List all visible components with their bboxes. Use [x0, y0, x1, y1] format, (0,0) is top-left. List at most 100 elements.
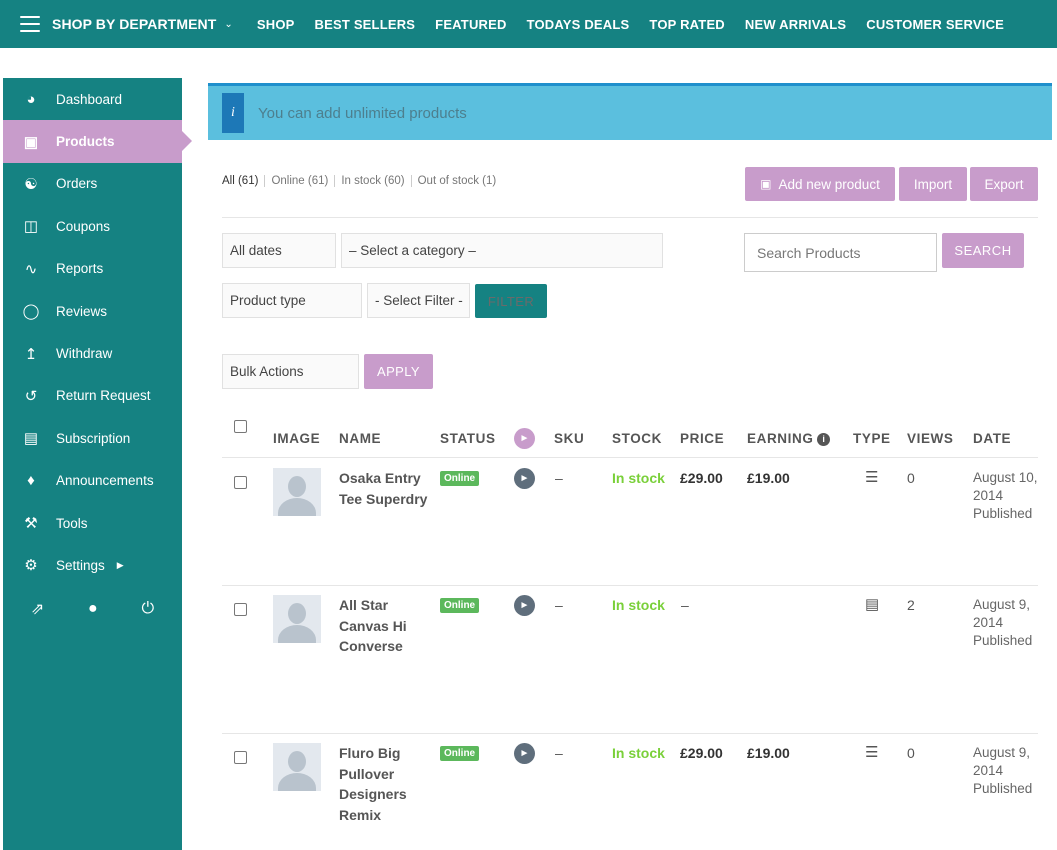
bulk-actions-select[interactable]: Bulk Actions	[222, 354, 359, 389]
row-checkbox[interactable]	[234, 476, 247, 489]
price-value: £29.00	[680, 470, 723, 486]
dashboard-sidebar: ◕ Dashboard ▣ Products ☯ Orders ◫ Coupons ∿ R…	[3, 78, 192, 850]
comments-icon: ◯	[22, 303, 40, 321]
category-select[interactable]: – Select a category –	[341, 233, 663, 268]
sidebar-item-reports[interactable]: ∿ Reports	[3, 248, 182, 290]
row-checkbox[interactable]	[234, 751, 247, 764]
sidebar-item-reviews[interactable]: ◯ Reviews	[3, 290, 182, 332]
sku-value: –	[555, 745, 563, 761]
sku-value: –	[555, 470, 563, 486]
nav-shop[interactable]: SHOP	[257, 17, 295, 32]
row-checkbox[interactable]	[234, 603, 247, 616]
import-button[interactable]: Import	[899, 167, 967, 201]
date-status: Published	[973, 781, 1033, 796]
filter-out-of-stock[interactable]: Out of stock (1)	[410, 175, 503, 187]
briefcase-icon: ▣	[23, 133, 39, 151]
info-alert: i You can add unlimited products	[208, 83, 1052, 140]
sidebar-item-settings[interactable]: ⚙ Settings ▶	[3, 544, 182, 586]
product-thumbnail[interactable]	[273, 595, 321, 643]
product-name-link[interactable]: Osaka Entry Tee Superdry	[339, 468, 429, 509]
filter-online[interactable]: Online (61)	[264, 175, 334, 187]
sidebar-item-announcements[interactable]: ♦ Announcements	[3, 460, 182, 502]
external-link-icon[interactable]: ⇗	[31, 599, 44, 619]
column-header-stock: STOCK	[612, 431, 663, 446]
date-cell: August 9, 2014 Published	[973, 596, 1035, 650]
nav-top-rated[interactable]: TOP RATED	[649, 17, 724, 32]
nav-best-sellers[interactable]: BEST SELLERS	[315, 17, 416, 32]
column-header-name[interactable]: NAME	[339, 431, 381, 446]
row-divider	[222, 733, 1038, 734]
select-filter-dropdown[interactable]: - Select Filter -	[367, 283, 470, 318]
nav-new-arrivals[interactable]: NEW ARRIVALS	[745, 17, 846, 32]
sidebar-item-label: Announcements	[56, 473, 154, 489]
megaphone-icon[interactable]: ►	[514, 743, 535, 764]
upload-icon: ↥	[24, 345, 38, 363]
divider	[222, 217, 1038, 218]
export-button[interactable]: Export	[970, 167, 1038, 201]
search-button[interactable]: SEARCH	[942, 233, 1024, 268]
filter-all[interactable]: All (61)	[222, 175, 264, 187]
sidebar-item-label: Tools	[56, 515, 88, 531]
gear-icon: ⚙	[24, 557, 38, 575]
user-icon[interactable]: ●	[88, 600, 98, 618]
sidebar-item-label: Subscription	[56, 430, 131, 446]
hamburger-menu-icon[interactable]	[20, 16, 40, 32]
sidebar-item-coupons[interactable]: ◫ Coupons	[3, 205, 182, 247]
date-filter-select[interactable]: All dates	[222, 233, 336, 268]
product-name-link[interactable]: All Star Canvas Hi Converse	[339, 595, 425, 657]
gift-icon: ◫	[23, 218, 39, 236]
sidebar-item-products[interactable]: ▣ Products	[3, 120, 192, 163]
stock-status: In stock	[612, 597, 665, 613]
shop-by-department-dropdown[interactable]: SHOP BY DEPARTMENT ⌄	[52, 16, 233, 32]
nav-customer-service[interactable]: CUSTOMER SERVICE	[866, 17, 1004, 32]
product-type-select[interactable]: Product type	[222, 283, 362, 318]
product-name-link[interactable]: Fluro Big Pullover Designers Remix	[339, 743, 419, 825]
status-badge: Online	[440, 598, 480, 613]
variable-product-icon: ☰	[865, 469, 879, 486]
sidebar-item-label: Orders	[56, 176, 98, 192]
status-filter-links: All (61) Online (61) In stock (60) Out o…	[222, 175, 502, 187]
megaphone-icon[interactable]: ►	[514, 468, 535, 489]
sidebar-item-subscription[interactable]: ▤ Subscription	[3, 417, 182, 459]
sidebar-item-withdraw[interactable]: ↥ Withdraw	[3, 332, 182, 374]
price-value: –	[681, 597, 689, 613]
sidebar-item-return-request[interactable]: ↺ Return Request	[3, 375, 182, 417]
column-header-price[interactable]: PRICE	[680, 431, 724, 446]
nav-todays-deals[interactable]: TODAYS DEALS	[527, 17, 630, 32]
power-icon[interactable]: ⏻	[141, 600, 154, 618]
sidebar-item-orders[interactable]: ☯ Orders	[3, 163, 182, 205]
column-header-sku[interactable]: SKU	[554, 431, 584, 446]
sidebar-item-label: Settings	[56, 557, 105, 573]
search-products-input[interactable]: Search Products	[744, 233, 937, 272]
column-header-date[interactable]: DATE	[973, 431, 1011, 446]
sidebar-item-label: Withdraw	[56, 346, 113, 362]
dashboard-icon: ◕	[26, 90, 36, 108]
sidebar-item-tools[interactable]: ⚒ Tools	[3, 502, 182, 544]
stock-status: In stock	[612, 470, 665, 486]
filter-button[interactable]: FILTER	[475, 284, 547, 318]
date-status: Published	[973, 506, 1033, 521]
book-icon: ▤	[865, 596, 880, 613]
column-header-image: IMAGE	[273, 431, 321, 446]
caret-right-icon: ▶	[116, 559, 124, 570]
sidebar-item-label: Return Request	[56, 388, 151, 404]
product-thumbnail[interactable]	[273, 468, 321, 516]
select-all-checkbox[interactable]	[234, 420, 247, 433]
sidebar-item-label: Reviews	[56, 303, 108, 319]
megaphone-icon[interactable]: ►	[514, 595, 535, 616]
filter-in-stock[interactable]: In stock (60)	[334, 175, 410, 187]
alert-text: You can add unlimited products	[258, 104, 467, 122]
sidebar-item-dashboard[interactable]: ◕ Dashboard	[3, 78, 182, 120]
sidebar-item-label: Dashboard	[56, 91, 123, 107]
stock-status: In stock	[612, 745, 665, 761]
add-new-product-button[interactable]: ▣ Add new product	[745, 167, 895, 201]
price-value: £29.00	[680, 745, 723, 761]
cart-icon: ☯	[24, 175, 38, 193]
apply-button[interactable]: APPLY	[364, 354, 433, 389]
wrench-icon: ⚒	[24, 515, 38, 533]
megaphone-icon: ►	[514, 428, 535, 449]
product-thumbnail[interactable]	[273, 743, 321, 791]
date-cell: August 10, 2014 Published	[973, 469, 1043, 523]
undo-icon: ↺	[24, 387, 38, 405]
nav-featured[interactable]: FEATURED	[435, 17, 506, 32]
